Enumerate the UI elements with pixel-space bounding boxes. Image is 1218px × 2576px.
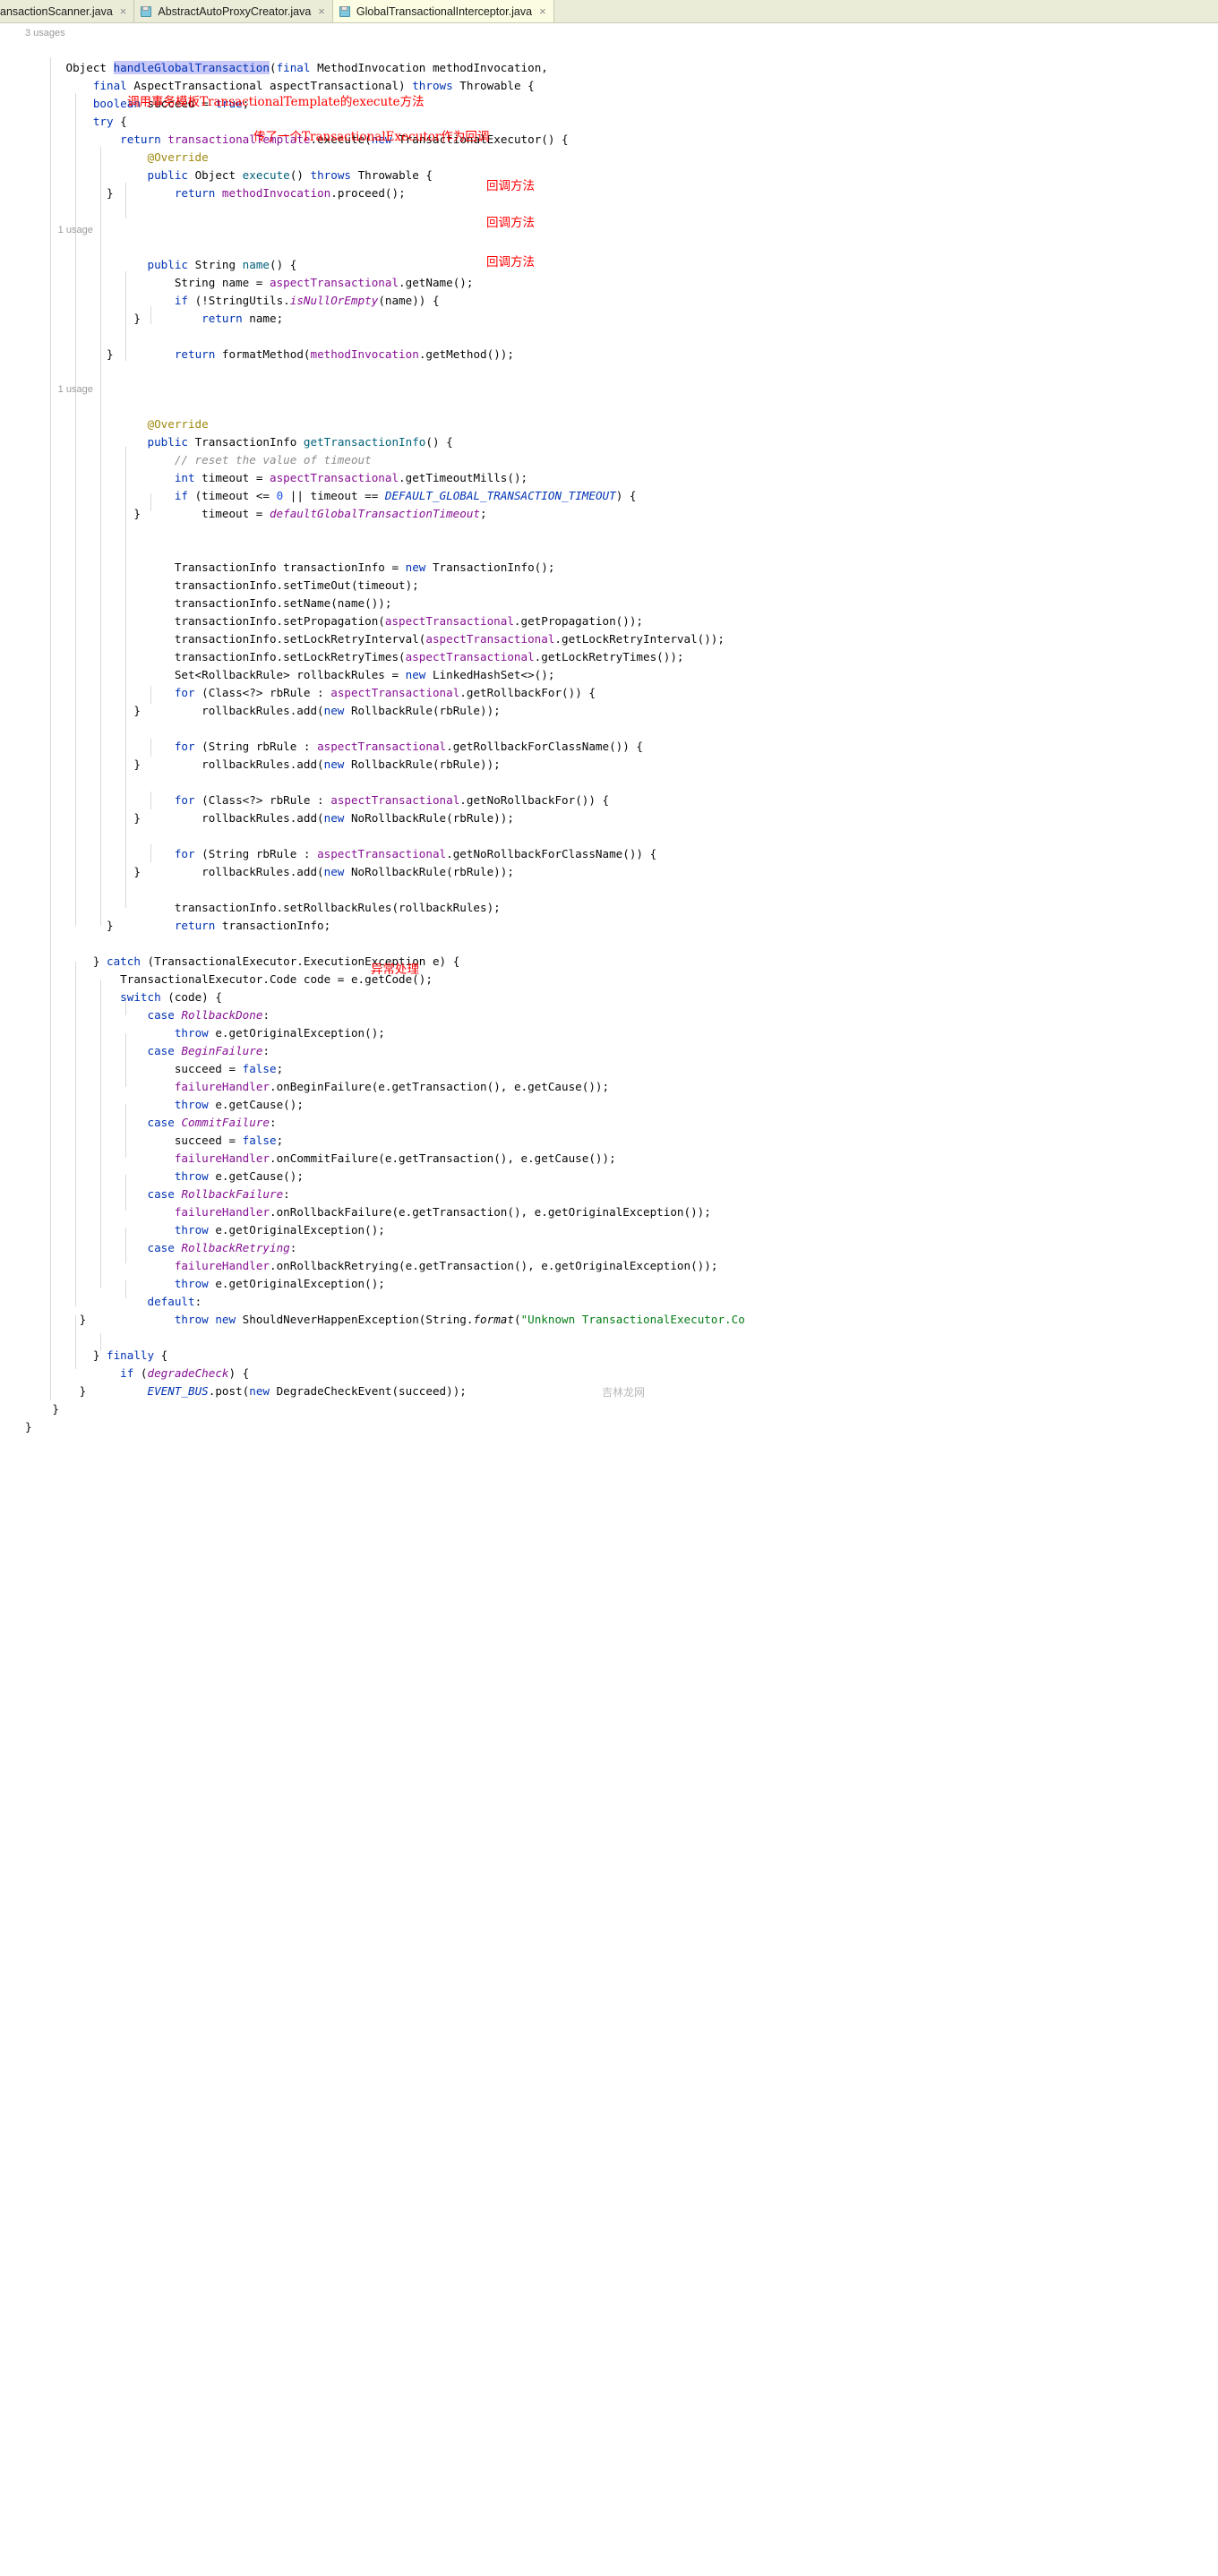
code-line: } bbox=[25, 865, 141, 878]
code-editor-pane[interactable]: 3 usages Object handleGlobalTransaction(… bbox=[0, 23, 1218, 2576]
annotation-pass-executor-callback: 传了一个TransactionalExecutor作为回调 bbox=[253, 130, 490, 144]
tab-global-transactional-interceptor[interactable]: GlobalTransactionalInterceptor.java × bbox=[332, 0, 553, 22]
annotation-callback-method-3: 回调方法 bbox=[486, 255, 535, 270]
code-line: } bbox=[25, 757, 141, 771]
code-line: } bbox=[25, 1384, 87, 1398]
code-gutter-usages[interactable]: 3 usages bbox=[25, 25, 65, 43]
source-code[interactable]: 3 usages Object handleGlobalTransaction(… bbox=[0, 23, 745, 1548]
code-line: } bbox=[25, 811, 141, 825]
annotation-call-template: 调用事务模板TransactionalTemplate的execute方法 bbox=[127, 95, 425, 109]
code-line: } bbox=[25, 919, 114, 932]
annotation-exception-handling: 异常处理 bbox=[371, 963, 419, 977]
site-watermark: 吉林龙网 bbox=[602, 1386, 646, 1399]
code-line: } bbox=[25, 1313, 87, 1326]
code-line: } bbox=[25, 347, 114, 361]
code-line: } bbox=[25, 1420, 32, 1433]
code-gutter-usages[interactable]: 1 usage bbox=[25, 381, 93, 399]
tab-abstract-auto-proxy-creator[interactable]: AbstractAutoProxyCreator.java × bbox=[134, 0, 332, 22]
tab-divider bbox=[553, 0, 554, 22]
java-class-icon bbox=[339, 5, 351, 18]
code-line: } bbox=[25, 704, 141, 717]
code-line: EVENT_BUS.post(new DegradeCheckEvent(suc… bbox=[147, 1383, 467, 1398]
annotation-callback-method-2: 回调方法 bbox=[486, 216, 535, 230]
tab-transaction-scanner[interactable]: ansactionScanner.java × bbox=[0, 0, 134, 22]
code-line: } bbox=[25, 186, 114, 200]
tab-label: ansactionScanner.java bbox=[0, 4, 113, 18]
code-line: } bbox=[25, 507, 141, 520]
annotation-callback-method-1: 回调方法 bbox=[486, 179, 535, 193]
close-icon[interactable]: × bbox=[120, 5, 127, 17]
tab-label: AbstractAutoProxyCreator.java bbox=[158, 4, 312, 18]
code-line: } bbox=[25, 312, 141, 325]
close-icon[interactable]: × bbox=[318, 5, 325, 17]
code-gutter-usages[interactable]: 1 usage bbox=[25, 222, 93, 240]
code-line: } bbox=[25, 1402, 59, 1416]
close-icon[interactable]: × bbox=[539, 5, 546, 17]
tab-label: GlobalTransactionalInterceptor.java bbox=[356, 4, 533, 18]
java-class-icon bbox=[140, 5, 152, 18]
editor-tab-bar: ansactionScanner.java × AbstractAutoProx… bbox=[0, 0, 1218, 23]
